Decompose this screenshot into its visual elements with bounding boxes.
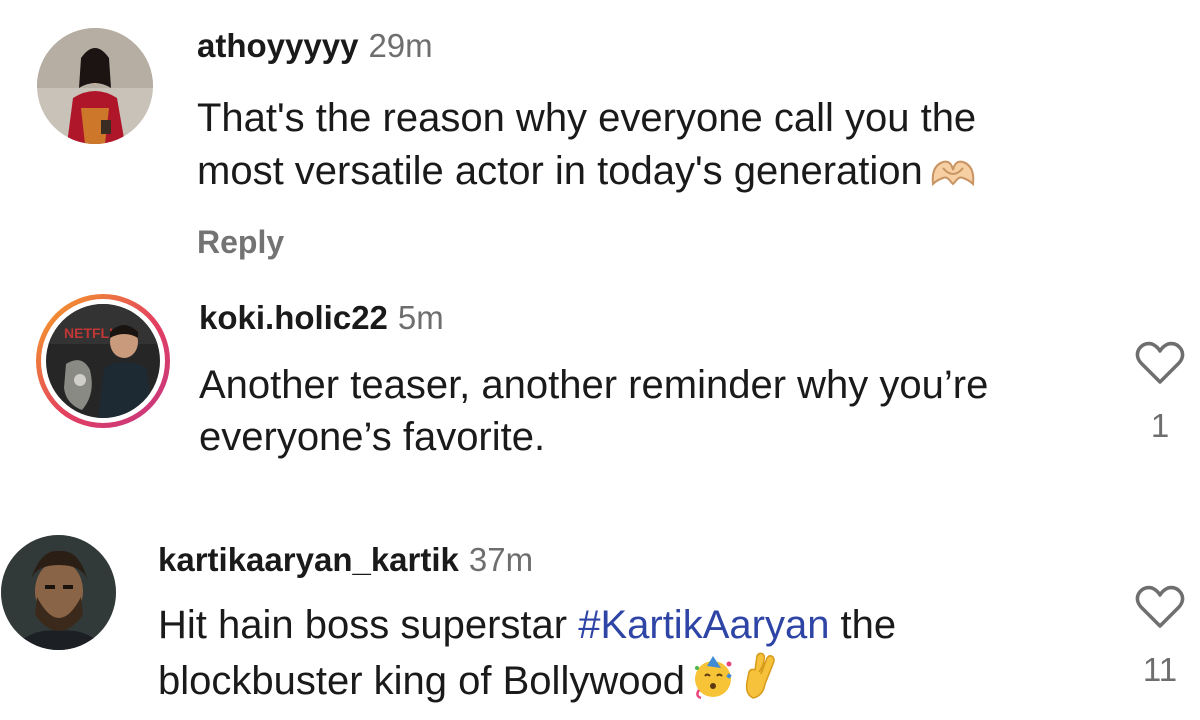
comment-text-line-2-text: most versatile actor in today's generati… bbox=[197, 149, 923, 193]
avatar[interactable] bbox=[1, 535, 116, 650]
svg-text:NETFLI: NETFLI bbox=[64, 325, 113, 341]
like-count: 11 bbox=[1142, 651, 1178, 688]
comment-text-line-1: Hit hain boss superstar #KartikAaryan th… bbox=[158, 599, 896, 651]
partying-face-icon bbox=[691, 654, 737, 713]
comment-athoyyyyy: athoyyyyy 29m That's the reason why every… bbox=[0, 0, 1200, 280]
comment-meta: kartikaaryan_kartik 37m bbox=[158, 540, 533, 580]
username[interactable]: kartikaaryan_kartik bbox=[158, 541, 459, 578]
avatar[interactable] bbox=[37, 28, 153, 144]
comment-text-line-2: most versatile actor in today's generati… bbox=[197, 145, 977, 203]
like-count: 1 bbox=[1150, 407, 1170, 444]
timestamp: 5m bbox=[397, 299, 444, 336]
avatar[interactable]: NETFLI bbox=[36, 294, 170, 428]
comment-text-line-1: That's the reason why everyone call you … bbox=[197, 96, 977, 140]
comment-text-line-2: blockbuster king of Bollywood bbox=[158, 650, 779, 713]
username[interactable]: koki.holic22 bbox=[199, 299, 388, 336]
comment-text-segment: the bbox=[829, 603, 897, 647]
comment-meta: athoyyyyy 29m bbox=[197, 26, 433, 66]
like-button[interactable] bbox=[1135, 340, 1185, 386]
comment-koki-holic22: NETFLI koki.holic22 5m Another teaser, an… bbox=[0, 280, 1200, 510]
username[interactable]: athoyyyyy bbox=[197, 27, 358, 64]
comment-text-line-1: Another teaser, another reminder why you… bbox=[199, 363, 989, 407]
hashtag-link[interactable]: #KartikAaryan bbox=[578, 603, 829, 647]
comment-meta: koki.holic22 5m bbox=[199, 298, 444, 338]
timestamp: 29m bbox=[368, 27, 433, 64]
avatar-photo: NETFLI bbox=[46, 304, 160, 418]
timestamp: 37m bbox=[468, 541, 534, 578]
heart-hands-icon bbox=[929, 151, 977, 203]
crossed-fingers-icon bbox=[739, 650, 779, 713]
comment-kartikaaryan-kartik: kartikaaryan_kartik 37m Hit hain boss sup… bbox=[0, 510, 1200, 720]
heart-icon bbox=[1135, 341, 1185, 384]
reply-button[interactable]: Reply bbox=[197, 222, 284, 262]
like-button[interactable] bbox=[1135, 584, 1185, 630]
comment-text-line-2-text: blockbuster king of Bollywood bbox=[158, 659, 685, 703]
comment-text-line-2: everyone’s favorite. bbox=[199, 415, 546, 459]
comment-text-segment: Hit hain boss superstar bbox=[158, 603, 579, 647]
heart-icon bbox=[1135, 585, 1185, 628]
